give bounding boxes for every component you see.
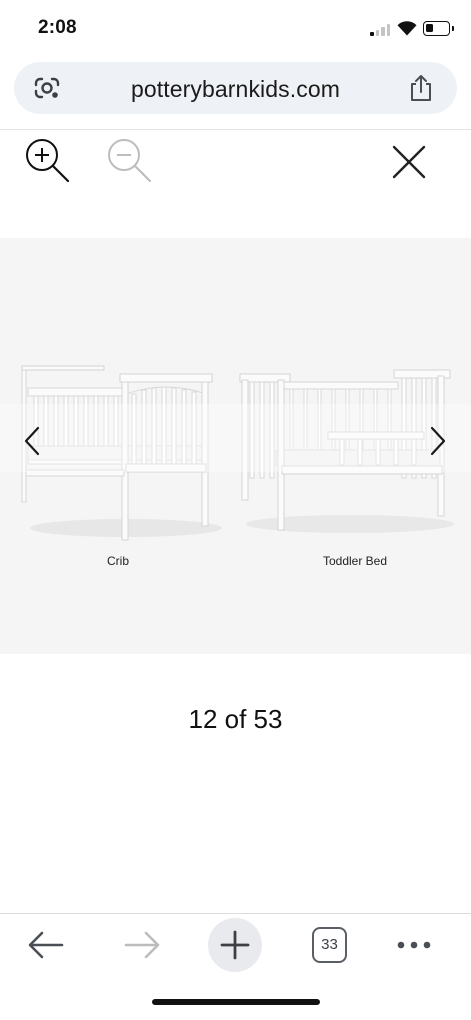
cellular-signal-icon <box>370 24 392 36</box>
zoom-out-icon[interactable] <box>104 138 154 186</box>
address-bar[interactable]: potterybarnkids.com <box>14 62 457 114</box>
forward-arrow-icon[interactable] <box>122 928 162 962</box>
home-indicator <box>152 999 320 1005</box>
google-lens-icon[interactable] <box>33 75 61 101</box>
toolbar-divider <box>0 129 471 130</box>
tab-switcher-button[interactable]: 33 <box>312 927 347 963</box>
battery-icon <box>423 21 454 36</box>
chevron-left-icon[interactable] <box>20 424 44 458</box>
caption-crib: Crib <box>106 554 129 568</box>
wifi-icon <box>397 21 417 36</box>
more-icon[interactable] <box>396 938 432 952</box>
chevron-right-icon[interactable] <box>426 424 450 458</box>
new-tab-button[interactable] <box>208 918 262 972</box>
status-bar: 2:08 <box>0 0 471 56</box>
image-counter: 12 of 53 <box>188 704 283 734</box>
share-icon[interactable] <box>408 73 434 103</box>
url-text[interactable]: potterybarnkids.com <box>14 76 457 103</box>
zoom-in-icon[interactable] <box>22 138 72 186</box>
carousel-nav-band <box>0 404 471 472</box>
tab-count: 33 <box>321 936 338 953</box>
plus-icon <box>220 930 250 960</box>
back-arrow-icon[interactable] <box>26 928 66 962</box>
status-time: 2:08 <box>38 17 77 38</box>
caption-toddler-bed: Toddler Bed <box>322 554 388 568</box>
close-icon[interactable] <box>389 142 429 182</box>
bottom-toolbar-divider <box>0 913 471 914</box>
